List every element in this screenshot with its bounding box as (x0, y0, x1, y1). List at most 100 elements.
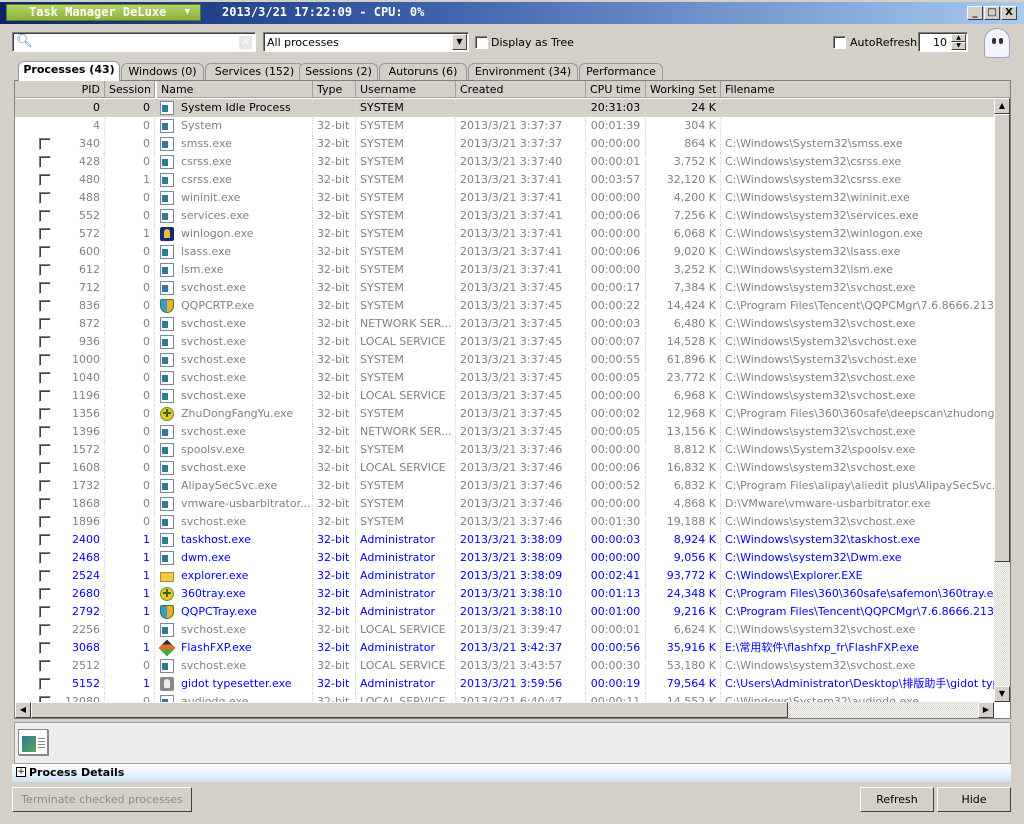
column-header-cpu-time[interactable]: CPU time (586, 81, 646, 98)
scroll-thumb[interactable] (994, 114, 1010, 562)
tab-autoruns[interactable]: Autoruns (6) (379, 63, 467, 80)
minimize-button[interactable]: _ (967, 6, 983, 20)
autorefresh-checkbox[interactable] (833, 36, 846, 49)
table-row[interactable]: 5152 1 gidot typesetter.exe 32-bit Administr… (15, 675, 1010, 693)
table-row[interactable]: 2468 1 dwm.exe 32-bit Administrator 2013/3/21… (15, 549, 995, 567)
table-row[interactable]: 1356 0 ZhuDongFangYu.exe 32-bit SYSTEM 2013/3… (15, 405, 1010, 423)
vertical-scrollbar[interactable]: ▲ ▼ (994, 98, 1010, 702)
search-input[interactable]: 🔍︎ ✕ (12, 32, 256, 52)
table-row[interactable]: 480 1 csrss.exe 32-bit SYSTEM 2013/3/21 3:37:… (15, 171, 995, 189)
table-row[interactable]: 836 0 QQPCRTP.exe 32-bit SYSTEM 2013/3/21 3:3… (15, 297, 1010, 315)
process-table[interactable]: PID Session Name Type Username Created CPU tim… (14, 80, 1011, 719)
column-header-pid[interactable]: PID (15, 81, 105, 98)
ghost-icon[interactable] (984, 28, 1010, 58)
column-header-session[interactable]: Session (105, 81, 155, 98)
table-row[interactable]: 488 0 wininit.exe 32-bit SYSTEM 2013/3/21 3:3… (15, 189, 995, 207)
table-row[interactable]: 1868 0 vmware-usbarbitrator... 32-bit SYSTEM… (15, 495, 995, 513)
maximize-button[interactable]: □ (984, 6, 1000, 20)
cell-cpu-time: 00:03:57 (586, 171, 646, 189)
table-row[interactable]: 1572 0 spoolsv.exe 32-bit SYSTEM 2013/3/21 3:… (15, 441, 995, 459)
table-row[interactable]: 1196 0 svchost.exe 32-bit LOCAL SERVICE 2013/… (15, 387, 995, 405)
column-header-filename[interactable]: Filename (721, 81, 1010, 98)
table-row[interactable]: 3068 1 FlashFXP.exe 32-bit Administrator 2013… (15, 639, 995, 657)
table-row[interactable]: 552 0 services.exe 32-bit SYSTEM 2013/3/21 3:… (15, 207, 995, 225)
expand-icon[interactable]: + (16, 767, 26, 777)
scroll-left-icon[interactable]: ◀ (15, 702, 31, 718)
cell-name: lsm.exe (157, 261, 313, 279)
table-row[interactable]: 872 0 svchost.exe 32-bit NETWORK SER... 2013/… (15, 315, 995, 333)
table-row[interactable]: 2680 1 360tray.exe 32-bit Administrator 2013/… (15, 585, 1006, 603)
cell-session: 0 (105, 117, 155, 135)
app-menu-button[interactable]: Task Manager DeLuxe ▼ (6, 4, 201, 21)
chevron-down-icon[interactable]: ▼ (452, 34, 467, 50)
column-header-type[interactable]: Type (313, 81, 356, 98)
table-row[interactable]: 1000 0 svchost.exe 32-bit SYSTEM 2013/3/21 3:… (15, 351, 995, 369)
table-row[interactable]: 4 0 System 32-bit SYSTEM 2013/3/21 3:37:37 00:… (15, 117, 995, 135)
cell-type: 32-bit (313, 261, 356, 279)
tab-environment[interactable]: Environment (34) (468, 63, 578, 80)
cell-type: 32-bit (313, 603, 356, 621)
cell-created: 2013/3/21 3:38:09 (456, 549, 586, 567)
spin-down-icon[interactable]: ▼ (951, 42, 966, 50)
clear-search-icon[interactable]: ✕ (239, 36, 252, 49)
cell-pid: 1000 (15, 351, 105, 369)
filter-value: All processes (267, 36, 339, 49)
cell-working-set: 7,384 K (646, 279, 721, 297)
process-name: svchost.exe (181, 335, 247, 348)
scroll-up-icon[interactable]: ▲ (994, 98, 1010, 114)
table-row[interactable]: 612 0 lsm.exe 32-bit SYSTEM 2013/3/21 3:37:41… (15, 261, 995, 279)
close-button[interactable]: X (1001, 6, 1017, 20)
process-filter-select[interactable]: All processes ▼ (263, 32, 469, 52)
refresh-button[interactable]: Refresh (860, 787, 934, 812)
table-row[interactable]: 2792 1 QQPCTray.exe 32-bit Administrator 2013… (15, 603, 1010, 621)
cell-name: csrss.exe (157, 171, 313, 189)
cell-name: 360tray.exe (157, 585, 313, 603)
table-row[interactable]: 1732 0 AlipaySecSvc.exe 32-bit SYSTEM 2013/3/… (15, 477, 1010, 495)
process-details-bar[interactable]: + Process Details (12, 764, 1011, 782)
table-row[interactable]: 2512 0 svchost.exe 32-bit LOCAL SERVICE 2013/… (15, 657, 995, 675)
spin-up-icon[interactable]: ▲ (951, 34, 966, 42)
tab-performance[interactable]: Performance (579, 63, 663, 80)
table-row[interactable]: 712 0 svchost.exe 32-bit SYSTEM 2013/3/21 3:3… (15, 279, 995, 297)
table-row[interactable]: 428 0 csrss.exe 32-bit SYSTEM 2013/3/21 3:37:… (15, 153, 995, 171)
scroll-down-icon[interactable]: ▼ (994, 686, 1010, 702)
cell-working-set: 19,188 K (646, 513, 721, 531)
table-row[interactable]: 1040 0 svchost.exe 32-bit SYSTEM 2013/3/21 3:… (15, 369, 995, 387)
cell-username: SYSTEM (356, 117, 456, 135)
table-row[interactable]: 2400 1 taskhost.exe 32-bit Administrator 2013… (15, 531, 995, 549)
cell-pid: 2400 (15, 531, 105, 549)
column-header-created[interactable]: Created (456, 81, 586, 98)
table-row[interactable]: 600 0 lsass.exe 32-bit SYSTEM 2013/3/21 3:37:… (15, 243, 995, 261)
tab-sessions[interactable]: Sessions (2) (299, 63, 378, 80)
table-row[interactable]: 1896 0 svchost.exe 32-bit SYSTEM 2013/3/21 3:… (15, 513, 995, 531)
scroll-right-icon[interactable]: ▶ (978, 702, 994, 718)
cell-name: QQPCRTP.exe (157, 297, 313, 315)
cell-username: SYSTEM (356, 513, 456, 531)
hide-button[interactable]: Hide (937, 787, 1011, 812)
plus360-icon (160, 407, 174, 421)
h-scroll-thumb[interactable] (31, 702, 788, 718)
table-row[interactable]: 572 1 winlogon.exe 32-bit SYSTEM 2013/3/21 3:… (15, 225, 995, 243)
horizontal-scrollbar[interactable]: ◀ ▶ (15, 702, 994, 718)
process-window-icon[interactable] (18, 729, 48, 755)
tab-processes[interactable]: Processes (43) (18, 61, 120, 81)
process-name: QQPCTray.exe (181, 605, 257, 618)
table-row[interactable]: 936 0 svchost.exe 32-bit LOCAL SERVICE 2013/3… (15, 333, 995, 351)
terminate-checked-button[interactable]: Terminate checked processes (12, 787, 192, 812)
refresh-interval-spinner[interactable]: 10 ▲ ▼ (918, 32, 968, 52)
column-header-name[interactable]: Name (157, 81, 313, 98)
tab-services[interactable]: Services (152) (205, 63, 304, 80)
cell-working-set: 8,924 K (646, 531, 721, 549)
table-row[interactable]: 340 0 smss.exe 32-bit SYSTEM 2013/3/21 3:37:3… (15, 135, 995, 153)
cell-session: 0 (105, 207, 155, 225)
table-row[interactable]: 0 0 System Idle Process SYSTEM 20:31:03 24 K (15, 99, 995, 117)
cell-pid: 5152 (15, 675, 105, 693)
table-row[interactable]: 1608 0 svchost.exe 32-bit LOCAL SERVICE 2013/… (15, 459, 995, 477)
display-tree-checkbox[interactable] (475, 36, 488, 49)
table-row[interactable]: 2256 0 svchost.exe 32-bit LOCAL SERVICE 2013/… (15, 621, 995, 639)
column-header-working-set[interactable]: Working Set (646, 81, 721, 98)
column-header-username[interactable]: Username (356, 81, 456, 98)
table-row[interactable]: 1396 0 svchost.exe 32-bit NETWORK SER... 2013… (15, 423, 995, 441)
tab-windows[interactable]: Windows (0) (121, 63, 204, 80)
table-row[interactable]: 2524 1 explorer.exe 32-bit Administrator 2013… (15, 567, 995, 585)
